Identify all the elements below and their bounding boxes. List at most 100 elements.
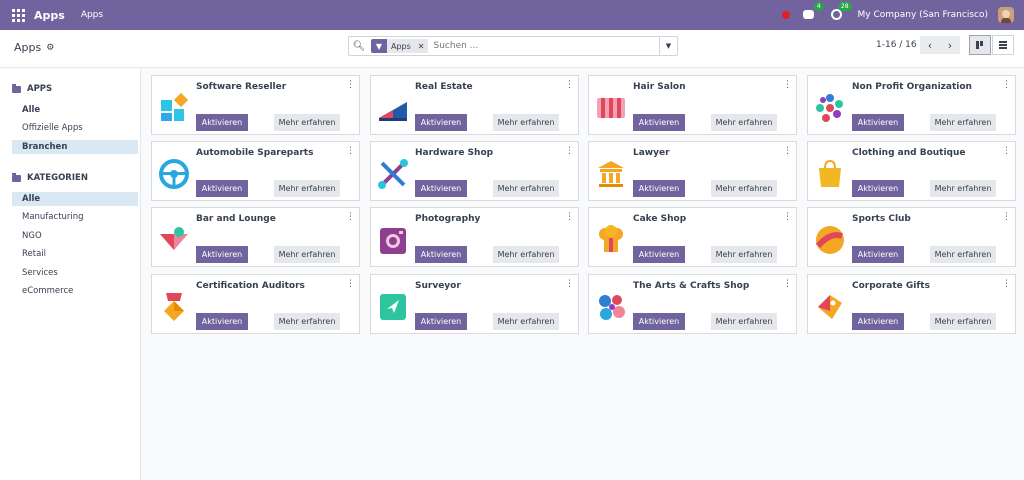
learn-more-button[interactable]: Mehr erfahren [930,246,996,263]
pager-previous-button[interactable]: ‹ [920,36,940,54]
app-card[interactable]: Photography ⋮ Aktivieren Mehr erfahren [370,207,579,267]
navbar-menu-apps[interactable]: Apps [81,10,103,20]
app-card[interactable]: Cake Shop ⋮ Aktivieren Mehr erfahren [588,207,797,267]
app-card[interactable]: Lawyer ⋮ Aktivieren Mehr erfahren [588,141,797,201]
pager-next-button[interactable]: › [940,36,960,54]
search-icon[interactable]: 🔍︎ [349,41,369,52]
learn-more-button[interactable]: Mehr erfahren [274,246,340,263]
sidebar-item-apps-all[interactable]: Alle [12,103,138,117]
app-name: Sports Club [852,214,911,224]
app-name: Automobile Spareparts [196,148,314,158]
app-card[interactable]: Sports Club ⋮ Aktivieren Mehr erfahren [807,207,1016,267]
app-card[interactable]: Clothing and Boutique ⋮ Aktivieren Mehr … [807,141,1016,201]
activate-button[interactable]: Aktivieren [633,246,685,263]
list-view-button[interactable] [992,35,1014,55]
learn-more-button[interactable]: Mehr erfahren [711,313,777,330]
sidebar-item-ngo[interactable]: NGO [12,229,138,243]
search-input[interactable] [433,41,644,51]
activate-button[interactable]: Aktivieren [852,180,904,197]
activate-button[interactable]: Aktivieren [415,246,467,263]
app-card[interactable]: Non Profit Organization ⋮ Aktivieren Meh… [807,75,1016,135]
sidebar-item-retail[interactable]: Retail [12,247,138,261]
company-switcher[interactable]: My Company (San Francisco) [858,10,988,20]
user-avatar[interactable] [998,7,1014,23]
messages-icon[interactable]: 4 [802,2,824,22]
more-options-icon[interactable]: ⋮ [346,147,355,156]
sidebar-item-manufacturing[interactable]: Manufacturing [12,210,138,224]
sidebar-item-category-all[interactable]: Alle [12,192,138,206]
activate-button[interactable]: Aktivieren [196,180,248,197]
app-card[interactable]: Hair Salon ⋮ Aktivieren Mehr erfahren [588,75,797,135]
kanban-view-button[interactable] [969,35,991,55]
activate-button[interactable]: Aktivieren [415,313,467,330]
more-options-icon[interactable]: ⋮ [565,81,574,90]
shopping-bag-icon [819,159,841,187]
more-options-icon[interactable]: ⋮ [783,81,792,90]
activate-button[interactable]: Aktivieren [852,114,904,131]
learn-more-button[interactable]: Mehr erfahren [493,313,559,330]
activate-button[interactable]: Aktivieren [196,246,248,263]
activate-button[interactable]: Aktivieren [852,246,904,263]
sidebar-item-official-apps[interactable]: Offizielle Apps [12,121,138,135]
app-card[interactable]: The Arts & Crafts Shop ⋮ Aktivieren Mehr… [588,274,797,334]
activate-button[interactable]: Aktivieren [633,114,685,131]
more-options-icon[interactable]: ⋮ [1002,213,1011,222]
remove-facet-icon[interactable]: ✕ [414,39,428,53]
search-bar: 🔍︎ ▼ Apps ✕ ▼ [348,36,678,56]
more-options-icon[interactable]: ⋮ [346,81,355,90]
sidebar-item-services[interactable]: Services [12,266,138,280]
navbar-brand[interactable]: Apps [34,9,65,22]
app-card[interactable]: Automobile Spareparts ⋮ Aktivieren Mehr … [151,141,360,201]
app-card[interactable]: Corporate Gifts ⋮ Aktivieren Mehr erfahr… [807,274,1016,334]
activate-button[interactable]: Aktivieren [633,180,685,197]
app-card[interactable]: Real Estate ⋮ Aktivieren Mehr erfahren [370,75,579,135]
more-options-icon[interactable]: ⋮ [565,280,574,289]
activate-button[interactable]: Aktivieren [415,180,467,197]
more-options-icon[interactable]: ⋮ [783,280,792,289]
learn-more-button[interactable]: Mehr erfahren [711,246,777,263]
pager-value[interactable]: 1-16 / 16 [876,40,917,50]
activate-button[interactable]: Aktivieren [196,313,248,330]
learn-more-button[interactable]: Mehr erfahren [274,313,340,330]
activate-button[interactable]: Aktivieren [196,114,248,131]
search-panel: APPS Alle Offizielle Apps Branchen KATEG… [0,69,141,480]
app-card[interactable]: Software Reseller ⋮ Aktivieren Mehr erfa… [151,75,360,135]
app-menu-icon[interactable] [12,8,26,22]
activities-clock-icon[interactable]: 28 [830,2,852,22]
app-name: Hardware Shop [415,148,494,158]
palette-icon [599,295,625,320]
more-options-icon[interactable]: ⋮ [565,213,574,222]
learn-more-button[interactable]: Mehr erfahren [711,114,777,131]
learn-more-button[interactable]: Mehr erfahren [274,180,340,197]
learn-more-button[interactable]: Mehr erfahren [930,114,996,131]
apps-section-header: APPS [12,83,52,94]
activate-button[interactable]: Aktivieren [633,313,685,330]
learn-more-button[interactable]: Mehr erfahren [711,180,777,197]
more-options-icon[interactable]: ⋮ [565,147,574,156]
status-dot-icon[interactable] [781,11,790,19]
learn-more-button[interactable]: Mehr erfahren [493,114,559,131]
more-options-icon[interactable]: ⋮ [783,213,792,222]
gear-icon[interactable]: ⚙ [46,43,54,53]
lawyer-icon [598,161,624,187]
learn-more-button[interactable]: Mehr erfahren [493,246,559,263]
search-options-toggle[interactable]: ▼ [659,37,677,55]
sidebar-item-ecommerce[interactable]: eCommerce [12,284,138,298]
learn-more-button[interactable]: Mehr erfahren [493,180,559,197]
activate-button[interactable]: Aktivieren [415,114,467,131]
app-card[interactable]: Bar and Lounge ⋮ Aktivieren Mehr erfahre… [151,207,360,267]
app-card[interactable]: Certification Auditors ⋮ Aktivieren Mehr… [151,274,360,334]
more-options-icon[interactable]: ⋮ [783,147,792,156]
activate-button[interactable]: Aktivieren [852,313,904,330]
learn-more-button[interactable]: Mehr erfahren [930,313,996,330]
more-options-icon[interactable]: ⋮ [346,213,355,222]
more-options-icon[interactable]: ⋮ [346,280,355,289]
more-options-icon[interactable]: ⋮ [1002,81,1011,90]
learn-more-button[interactable]: Mehr erfahren [930,180,996,197]
learn-more-button[interactable]: Mehr erfahren [274,114,340,131]
app-card[interactable]: Surveyor ⋮ Aktivieren Mehr erfahren [370,274,579,334]
app-card[interactable]: Hardware Shop ⋮ Aktivieren Mehr erfahren [370,141,579,201]
more-options-icon[interactable]: ⋮ [1002,280,1011,289]
more-options-icon[interactable]: ⋮ [1002,147,1011,156]
sidebar-item-industries[interactable]: Branchen [12,140,138,154]
